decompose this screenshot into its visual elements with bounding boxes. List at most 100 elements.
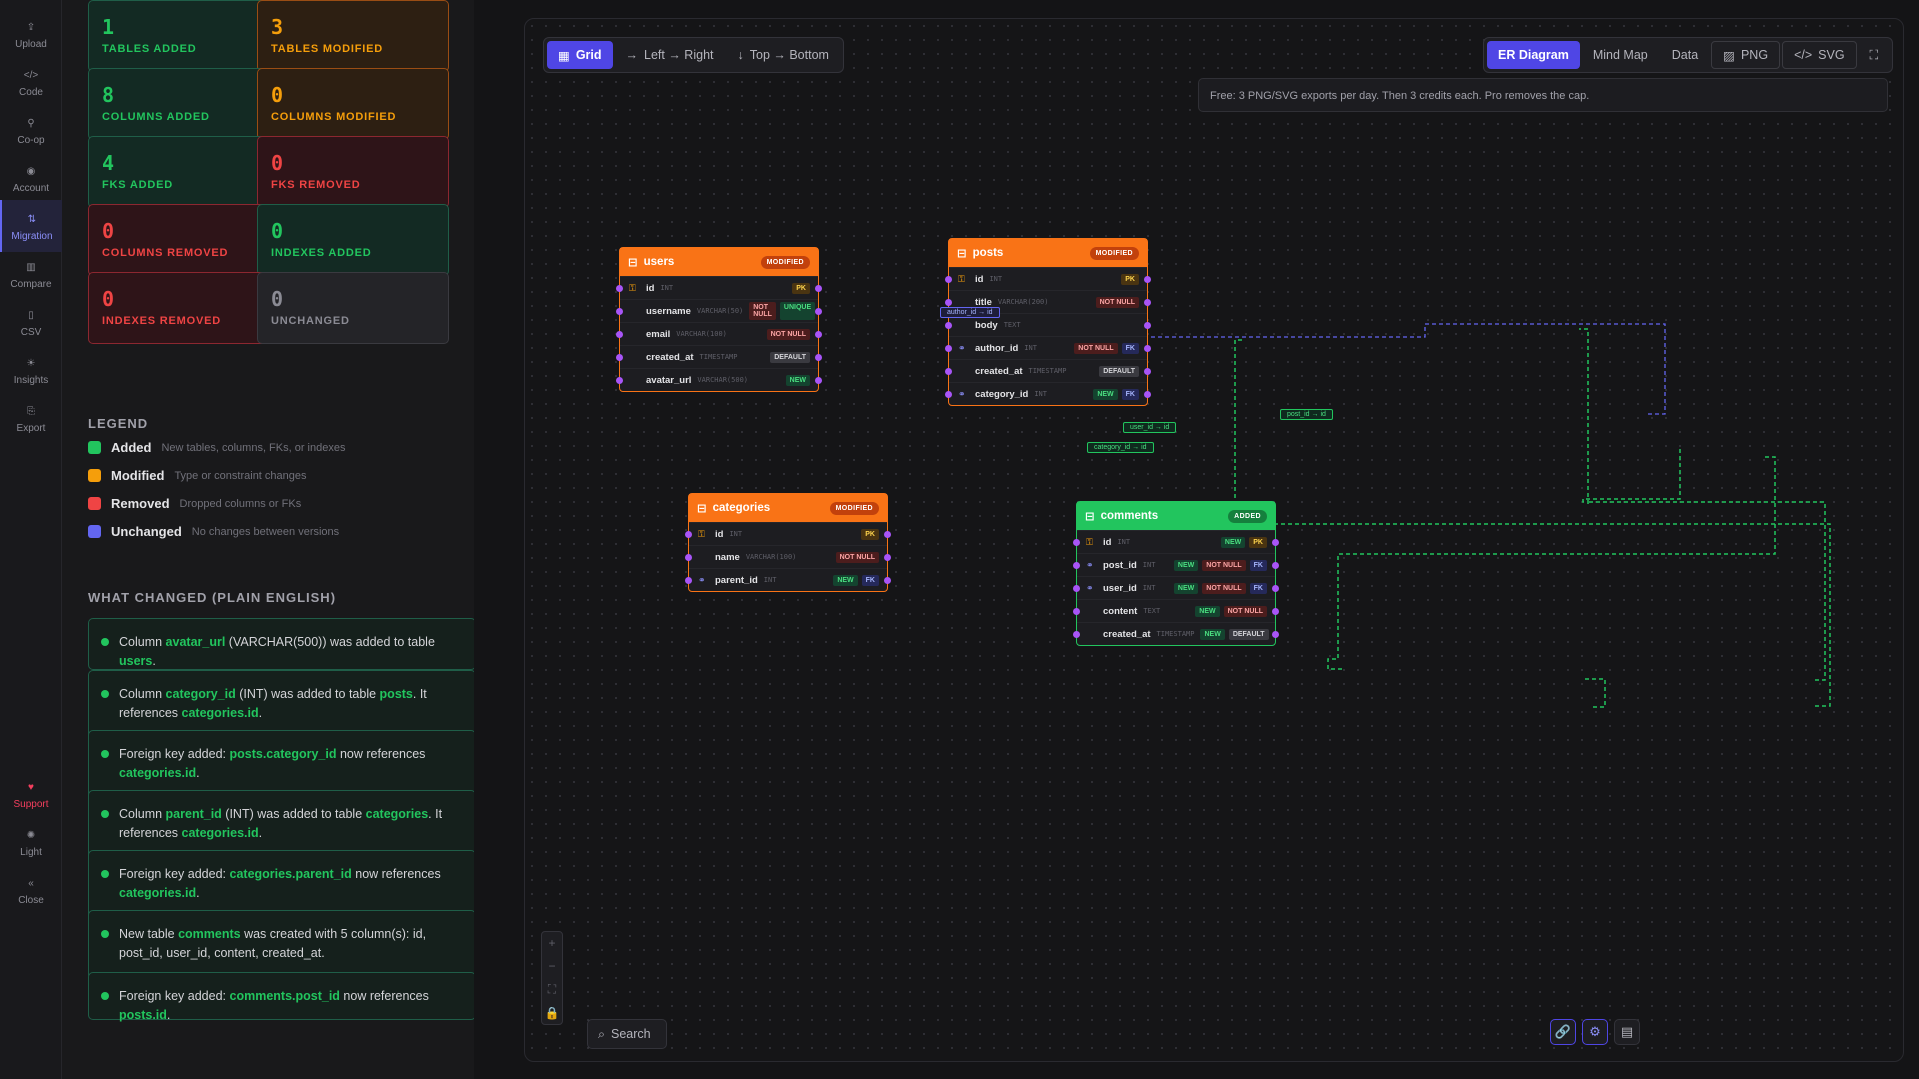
minimap-button[interactable]: ▤: [1614, 1019, 1640, 1045]
code-icon: </>: [23, 69, 39, 81]
handle-right[interactable]: [884, 531, 891, 538]
nav-close[interactable]: « Close: [0, 864, 62, 916]
tag-def: DEFAULT: [1099, 365, 1139, 377]
nav-migration[interactable]: ⇅ Migration: [0, 200, 62, 252]
nav-account[interactable]: ◉ Account: [0, 152, 62, 204]
change-item: New table comments was created with 5 co…: [88, 910, 474, 980]
handle-left[interactable]: [616, 285, 623, 292]
lock-button[interactable]: 🔒: [545, 1006, 560, 1020]
zoom-in-button[interactable]: +: [548, 936, 555, 950]
handle-right[interactable]: [884, 577, 891, 584]
fit-view-button[interactable]: ⛶: [548, 982, 556, 997]
handle-right[interactable]: [815, 331, 822, 338]
column-row: ⚭ category_id INT NEW FK: [945, 382, 1151, 405]
column-type: VARCHAR(500): [697, 376, 748, 384]
handle-left[interactable]: [616, 354, 623, 361]
tag-nn: NOT NULL: [1202, 582, 1246, 594]
handle-left[interactable]: [945, 322, 952, 329]
nav-light[interactable]: ✺ Light: [0, 816, 62, 868]
handle-left[interactable]: [945, 276, 952, 283]
handle-right[interactable]: [1144, 345, 1151, 352]
column-type: TIMESTAMP: [1028, 367, 1067, 375]
change-text-d: categories.id: [119, 886, 197, 900]
handle-left[interactable]: [1073, 562, 1080, 569]
table-comments[interactable]: ⊟ comments ADDED ⚿ id INT NEW PK ⚭ post_id INT NEW N…: [1073, 501, 1279, 646]
sun-icon: ✺: [26, 829, 36, 841]
column-type: INT: [763, 576, 777, 584]
handle-left[interactable]: [616, 308, 623, 315]
handle-right[interactable]: [1144, 299, 1151, 306]
table-badge: ADDED: [1228, 509, 1267, 523]
handle-right[interactable]: [1144, 322, 1151, 329]
nav-insights[interactable]: ☀ Insights: [0, 344, 62, 396]
handle-right[interactable]: [815, 354, 822, 361]
column-row: ⚭ parent_id INT NEW FK: [685, 568, 891, 591]
handle-left[interactable]: [945, 299, 952, 306]
handle-left[interactable]: [685, 554, 692, 561]
handle-right[interactable]: [1144, 391, 1151, 398]
handle-left[interactable]: [945, 345, 952, 352]
zoom-out-button[interactable]: −: [548, 959, 555, 973]
handle-right[interactable]: [1272, 631, 1279, 638]
handle-left[interactable]: [1073, 585, 1080, 592]
change-text-e: .: [152, 654, 156, 668]
handle-right[interactable]: [884, 554, 891, 561]
change-text-d: categories: [365, 807, 429, 821]
column-type: INT: [1117, 538, 1131, 546]
relations-toggle-button[interactable]: 🔗: [1550, 1019, 1576, 1045]
handle-right[interactable]: [815, 285, 822, 292]
tag-new: NEW: [785, 374, 810, 386]
column-tags: NOT NULL: [835, 551, 879, 563]
table-posts[interactable]: ⊟ posts MODIFIED ⚿ id INT PK title VARCHAR(200) N…: [945, 238, 1151, 406]
handle-left[interactable]: [685, 531, 692, 538]
nav-upload[interactable]: ⇪ Upload: [0, 8, 62, 60]
change-text-a: New table: [119, 927, 179, 941]
table-badge: MODIFIED: [760, 255, 810, 269]
handle-left[interactable]: [616, 377, 623, 384]
table-users[interactable]: ⊟ users MODIFIED ⚿ id INT PK username VARCHAR(50…: [616, 247, 822, 392]
handle-left[interactable]: [1073, 631, 1080, 638]
nav-export[interactable]: ⎘ Export: [0, 392, 62, 444]
change-text-c: (VARCHAR(500)) was added to table: [225, 635, 435, 649]
nav-compare[interactable]: ▥ Compare: [0, 248, 62, 300]
diagram-canvas[interactable]: ▦ Grid → Left → Right ↓ Top → Bottom ER Diagr…: [524, 18, 1904, 1062]
change-text-b: parent_id: [165, 807, 222, 821]
edge-label-post: post_id → id: [1280, 409, 1333, 420]
nav-code[interactable]: </> Code: [0, 56, 62, 108]
filters-button[interactable]: ⚙: [1582, 1019, 1608, 1045]
nav-co-op[interactable]: ⚲ Co-op: [0, 104, 62, 156]
table-name: categories: [712, 502, 771, 514]
table-name: comments: [1100, 510, 1159, 522]
table-categories[interactable]: ⊟ categories MODIFIED ⚿ id INT PK name VARCHAR(1…: [685, 493, 891, 592]
handle-right[interactable]: [1272, 562, 1279, 569]
search-button[interactable]: ⌕ Search: [587, 1019, 667, 1049]
nav-label: Support: [13, 799, 49, 810]
handle-right[interactable]: [1272, 585, 1279, 592]
nav-csv[interactable]: ▯ CSV: [0, 296, 62, 348]
nav-label: Account: [12, 183, 50, 194]
handle-left[interactable]: [685, 577, 692, 584]
tag-new: NEW: [1093, 388, 1118, 400]
handle-left[interactable]: [1073, 539, 1080, 546]
handle-right[interactable]: [1144, 276, 1151, 283]
handle-left[interactable]: [945, 391, 952, 398]
handle-left[interactable]: [1073, 608, 1080, 615]
handle-right[interactable]: [815, 308, 822, 315]
stat-card: 8 COLUMNS ADDED: [88, 68, 280, 140]
change-text-d: posts.id: [119, 1008, 167, 1022]
column-tags: PK: [792, 282, 810, 294]
handle-right[interactable]: [1272, 539, 1279, 546]
legend-item: Added New tables, columns, FKs, or indexe…: [88, 440, 345, 455]
column-type: TEXT: [1143, 607, 1161, 615]
change-item: Foreign key added: comments.post_id now …: [88, 972, 474, 1022]
sliders-icon: ⚙: [1589, 1024, 1601, 1039]
table-badge: MODIFIED: [1089, 246, 1139, 260]
column-type: INT: [1024, 344, 1037, 352]
handle-right[interactable]: [1272, 608, 1279, 615]
handle-left[interactable]: [945, 368, 952, 375]
handle-right[interactable]: [1144, 368, 1151, 375]
nav-support[interactable]: ♥ Support: [0, 768, 62, 820]
handle-right[interactable]: [815, 377, 822, 384]
column-row: username VARCHAR(50) NOT NULL UNIQUE: [616, 299, 822, 322]
handle-left[interactable]: [616, 331, 623, 338]
